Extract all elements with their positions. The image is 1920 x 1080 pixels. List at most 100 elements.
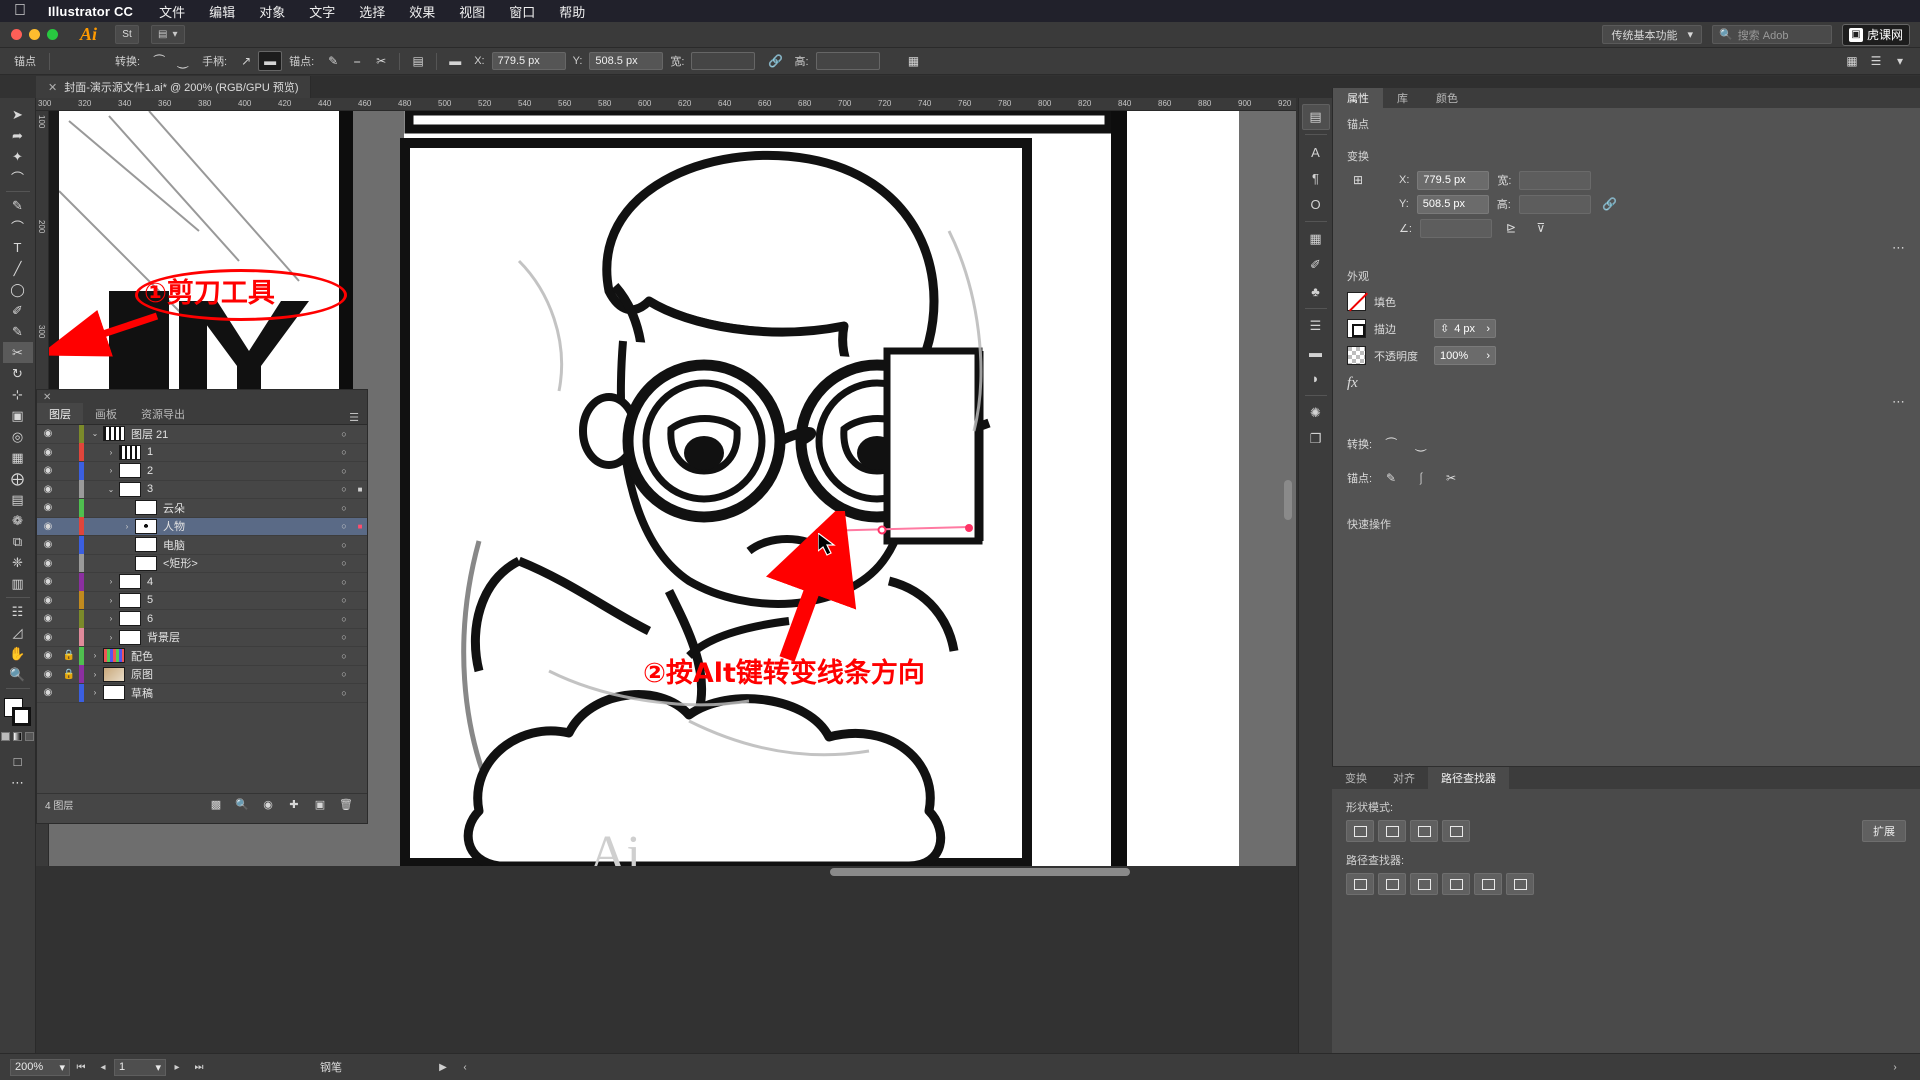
stroke-width-field[interactable]: ⇳ 4 px › — [1434, 319, 1496, 338]
chevron-down-icon[interactable]: ▾ — [155, 1061, 161, 1074]
tab-color[interactable]: 颜色 — [1422, 88, 1472, 108]
layers-list[interactable]: ◉ ⌄ 图层 21 ○ ◉ › 1 ○ ◉ › 2 ○ ◉ ⌄ 3 ○ ■ ◉ 云朵 ○ ◉ › 人物 ○ ■ ◉ 电脑 ○ ◉ <矩形>… — [37, 425, 367, 793]
align-rail-icon[interactable]: ☰ — [1302, 313, 1330, 339]
close-window-button[interactable] — [11, 29, 22, 40]
zoom-level-field[interactable]: 200% ▾ — [10, 1058, 70, 1076]
layer-selection-indicator[interactable]: ■ — [353, 522, 367, 531]
make-mask-icon[interactable]: ◉ — [255, 798, 281, 811]
line-segment-tool[interactable]: ╱ — [3, 258, 33, 279]
layer-target-icon[interactable]: ○ — [335, 558, 353, 568]
paintbrush-tool[interactable]: ✐ — [3, 300, 33, 321]
appearance-rail-icon[interactable]: ✺ — [1302, 400, 1330, 426]
width-tool[interactable]: ⊹ — [3, 384, 33, 405]
perspective-grid-tool[interactable]: ▦ — [3, 447, 33, 468]
layer-visibility-icon[interactable]: ◉ — [37, 502, 59, 513]
delete-layer-icon[interactable]: 🗑 — [333, 798, 359, 811]
layer-target-icon[interactable]: ○ — [335, 577, 353, 587]
next-arrow-icon[interactable]: › — [1884, 1062, 1906, 1073]
layer-row[interactable]: ◉ › 4 ○ — [37, 572, 367, 592]
window-controls[interactable] — [0, 29, 58, 40]
fill-stroke-swatches[interactable] — [3, 698, 33, 728]
last-page-icon[interactable]: ⏭ — [188, 1062, 210, 1073]
remove-anchor-icon[interactable]: ✎ — [1380, 468, 1402, 488]
panel-menu-icon[interactable]: ☰ — [349, 411, 367, 424]
fx-icon[interactable]: fx — [1347, 375, 1358, 392]
link-icon[interactable]: 🔗 — [763, 51, 787, 71]
menu-item-type[interactable]: 文字 — [309, 2, 335, 21]
tab-libraries[interactable]: 库 — [1383, 88, 1422, 108]
layer-row[interactable]: ◉ ⌄ 图层 21 ○ — [37, 425, 367, 444]
eyedropper-tool[interactable]: ❁ — [3, 510, 33, 531]
layer-target-icon[interactable]: ○ — [335, 614, 353, 624]
layer-disclosure-icon[interactable]: › — [103, 614, 119, 623]
layer-target-icon[interactable]: ○ — [335, 669, 353, 679]
layer-disclosure-icon[interactable]: ⌄ — [87, 429, 103, 438]
convert-to-corner-icon[interactable]: ⏜ — [147, 51, 171, 71]
layer-row[interactable]: ◉ › 5 ○ — [37, 591, 367, 610]
layers-panel-close[interactable]: ✕ — [37, 390, 367, 404]
paragraph-rail-icon[interactable]: ¶ — [1302, 165, 1330, 191]
layer-visibility-icon[interactable]: ◉ — [37, 521, 59, 532]
gradient-tool[interactable]: ▤ — [3, 489, 33, 510]
tab-properties[interactable]: 属性 — [1333, 88, 1383, 108]
brushes-rail-icon[interactable]: ✐ — [1302, 252, 1330, 278]
search-adobe-stock[interactable]: 🔍 搜索 Adob — [1711, 25, 1832, 44]
chevron-right-icon[interactable]: › — [1486, 350, 1490, 362]
stepper-icon[interactable]: ⇳ — [1440, 322, 1449, 335]
scissors-tool[interactable]: ✂ — [2, 342, 33, 363]
layer-target-icon[interactable]: ○ — [335, 466, 353, 476]
gradient-rail-icon[interactable]: ▬ — [1302, 339, 1330, 365]
apple-icon[interactable]:  — [14, 3, 26, 19]
prop-y-field[interactable]: 508.5 px — [1416, 194, 1489, 214]
cut-path-icon[interactable]: ✂ — [369, 51, 393, 71]
intersect-icon[interactable] — [1410, 820, 1438, 842]
minus-back-icon[interactable] — [1506, 873, 1534, 895]
slice-tool[interactable]: ◿ — [3, 622, 33, 643]
layer-lock-icon[interactable]: 🔒 — [59, 650, 79, 661]
layer-row[interactable]: ◉ › 背景层 ○ — [37, 628, 367, 647]
mesh-tool[interactable]: ⨁ — [3, 468, 33, 489]
selection-tool[interactable]: ➤ — [3, 104, 33, 125]
reference-point-icon[interactable]: ⊞ — [1347, 170, 1369, 190]
layer-row[interactable]: ◉ 🔒 › 原图 ○ — [37, 665, 367, 684]
layer-selection-indicator[interactable]: ■ — [353, 485, 367, 494]
layer-target-icon[interactable]: ○ — [335, 484, 353, 494]
color-mode-buttons[interactable] — [1, 732, 34, 741]
control-w-field[interactable] — [691, 52, 756, 70]
locate-object-icon[interactable]: ▩ — [203, 798, 229, 811]
new-layer-icon[interactable]: ▣ — [307, 798, 333, 811]
type-tool[interactable]: T — [3, 237, 33, 258]
cut-path-icon[interactable]: ✂ — [1440, 468, 1462, 488]
layer-target-icon[interactable]: ○ — [335, 595, 353, 605]
fill-swatch-box[interactable] — [1347, 292, 1366, 311]
layer-row[interactable]: ◉ › 1 ○ — [37, 443, 367, 462]
play-icon[interactable]: ▶ — [432, 1062, 454, 1073]
layer-row[interactable]: ◉ ⌄ 3 ○ ■ — [37, 480, 367, 499]
convert-corner-icon[interactable]: ⏜ — [1380, 434, 1402, 454]
connect-anchors-icon[interactable]: ⎯ — [345, 51, 369, 71]
chevron-right-icon[interactable]: › — [1486, 323, 1490, 335]
layer-row[interactable]: ◉ <矩形> ○ — [37, 554, 367, 573]
convert-smooth-icon[interactable]: ⏝ — [1410, 434, 1432, 454]
merge-icon[interactable] — [1410, 873, 1438, 895]
control-h-field[interactable] — [815, 52, 880, 70]
arrange-panel-icon[interactable]: ▦ — [1840, 51, 1864, 71]
artboards-rail-icon[interactable]: ❐ — [1302, 426, 1330, 452]
menu-item-object[interactable]: 对象 — [259, 2, 285, 21]
unite-icon[interactable] — [1346, 820, 1374, 842]
anchor-reference-icon[interactable]: ▬ — [443, 51, 467, 71]
artboard-tool[interactable]: ☷ — [3, 601, 33, 622]
layer-disclosure-icon[interactable]: › — [103, 466, 119, 475]
layer-visibility-icon[interactable]: ◉ — [37, 484, 59, 495]
direct-selection-tool[interactable]: ➦ — [3, 125, 33, 146]
opacity-swatch-box[interactable] — [1347, 346, 1366, 365]
convert-to-smooth-icon[interactable]: ⏝ — [171, 51, 195, 71]
next-page-icon[interactable]: ▸ — [166, 1062, 188, 1073]
chevron-down-icon[interactable]: ▾ — [59, 1061, 65, 1074]
link-constrain-icon[interactable]: 🔗 — [1599, 194, 1621, 214]
expand-button[interactable]: 扩展 — [1862, 820, 1906, 842]
page-number-field[interactable]: 1 ▾ — [114, 1058, 166, 1076]
color-mode-icon[interactable] — [1, 732, 10, 741]
flip-horizontal-icon[interactable]: ⊵ — [1500, 218, 1522, 238]
tab-transform[interactable]: 变换 — [1332, 767, 1380, 789]
